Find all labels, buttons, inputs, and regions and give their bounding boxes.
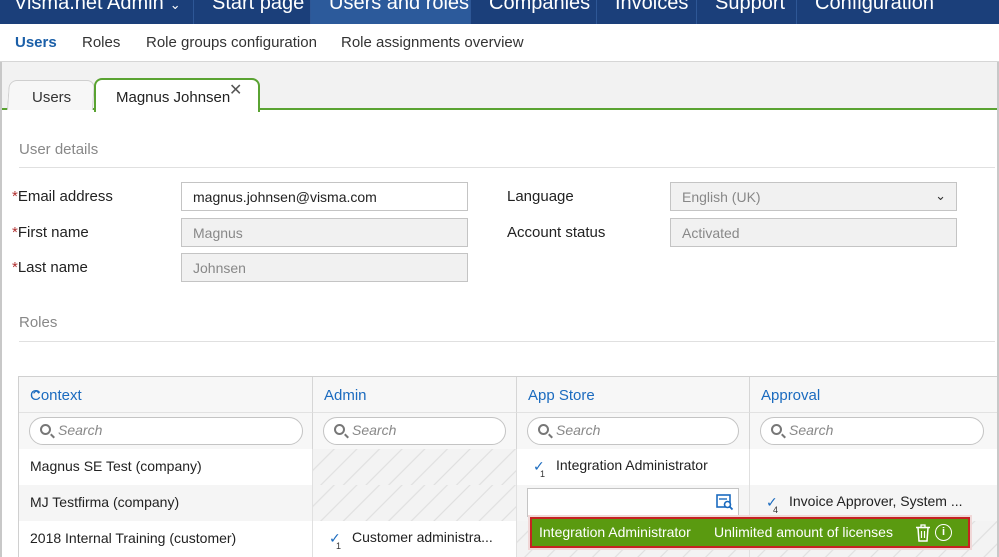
app-store-search-box xyxy=(527,417,739,445)
search-icon xyxy=(334,424,345,435)
nav-start-page[interactable]: Start page xyxy=(193,0,310,24)
search-cell xyxy=(19,413,313,449)
admin-search-input[interactable] xyxy=(352,422,497,438)
context-name: Magnus SE Test (company) xyxy=(30,458,202,474)
context-name: MJ Testfirma (company) xyxy=(30,494,180,510)
column-header-context[interactable]: Context ⌃ xyxy=(19,377,313,413)
role-cell[interactable]: ✓ 1 Customer administra... xyxy=(313,521,517,557)
column-header-approval[interactable]: Approval xyxy=(750,377,997,413)
approval-search-input[interactable] xyxy=(789,422,967,438)
last-name-label-text: Last name xyxy=(17,259,88,276)
top-nav-bar: Visma.net Admin ⌄ Start page Users and ro… xyxy=(0,0,999,24)
subnav-users[interactable]: Users xyxy=(15,34,57,51)
account-status-field: Activated xyxy=(670,218,957,247)
brand-label: Visma.net Admin xyxy=(14,0,164,14)
nav-label: Users and roles xyxy=(329,0,470,14)
unavailable-cell xyxy=(313,485,517,521)
close-icon[interactable]: ✕ xyxy=(229,80,242,100)
user-details-heading: User details xyxy=(19,141,99,158)
role-suggestion-item[interactable]: Integration Administrator Unlimited amou… xyxy=(530,517,970,548)
role-cell[interactable]: ✓ 1 Integration Administrator xyxy=(517,449,750,485)
search-cell xyxy=(750,413,997,449)
nav-label: Configuration xyxy=(815,0,934,14)
nav-configuration[interactable]: Configuration xyxy=(796,0,942,24)
subnav-role-groups-configuration[interactable]: Role groups configuration xyxy=(146,34,317,51)
email-label: *Email address xyxy=(12,188,113,205)
nav-companies[interactable]: Companies xyxy=(470,0,596,24)
email-field[interactable]: magnus.johnsen@visma.com xyxy=(181,182,468,211)
language-value: English (UK) xyxy=(682,189,761,205)
sort-ascending-icon[interactable]: ⌃ xyxy=(30,387,302,405)
first-name-field[interactable]: Magnus xyxy=(181,218,468,247)
tab-users-label: Users xyxy=(32,89,72,106)
nav-label: Support xyxy=(715,0,786,14)
first-name-label-text: First name xyxy=(17,224,89,241)
admin-search-box xyxy=(323,417,506,445)
last-name-field[interactable]: Johnsen xyxy=(181,253,468,282)
column-header-app-store[interactable]: App Store xyxy=(517,377,750,413)
role-name: Integration Administrator xyxy=(556,457,708,473)
context-cell: MJ Testfirma (company) xyxy=(19,485,313,521)
app-store-search-input[interactable] xyxy=(556,422,724,438)
language-label: Language xyxy=(507,188,574,205)
column-header-admin[interactable]: Admin xyxy=(313,377,517,413)
roles-heading: Roles xyxy=(19,314,58,331)
column-header-label: App Store xyxy=(528,387,595,404)
license-info: Unlimited amount of licenses xyxy=(714,524,893,540)
divider xyxy=(19,341,995,342)
account-status-label: Account status xyxy=(507,224,606,241)
nav-support[interactable]: Support xyxy=(696,0,796,24)
subnav-role-assignments-overview[interactable]: Role assignments overview xyxy=(341,34,524,51)
approval-search-box xyxy=(760,417,984,445)
role-cell[interactable]: ✓ 4 Invoice Approver, System ... xyxy=(750,485,997,521)
context-name: 2018 Internal Training (customer) xyxy=(30,530,237,546)
divider xyxy=(19,167,995,168)
context-search-input[interactable] xyxy=(58,422,276,438)
table-row: Magnus SE Test (company) ✓ 1 Integration… xyxy=(19,449,997,485)
language-select[interactable]: English (UK) ⌄ xyxy=(670,182,957,211)
chevron-down-icon: ⌄ xyxy=(935,188,946,203)
table-row: MJ Testfirma (company) ✓ 4 Invoice Appro… xyxy=(19,485,997,521)
context-cell: Magnus SE Test (company) xyxy=(19,449,313,485)
chevron-down-icon: ⌄ xyxy=(169,0,181,12)
subnav-roles[interactable]: Roles xyxy=(82,34,120,51)
role-cell xyxy=(517,485,750,521)
role-name: Customer administra... xyxy=(352,529,493,545)
role-count: 4 xyxy=(773,505,779,515)
role-count: 1 xyxy=(336,541,342,551)
first-name-label: *First name xyxy=(12,224,89,241)
info-icon[interactable]: i xyxy=(935,524,952,541)
nav-invoices[interactable]: Invoices xyxy=(596,0,696,24)
suggested-role-name: Integration Administrator xyxy=(539,524,691,540)
sub-nav: Users Roles Role groups configuration Ro… xyxy=(0,24,999,62)
trash-icon[interactable] xyxy=(915,524,931,542)
role-cell[interactable] xyxy=(750,449,997,485)
search-icon xyxy=(538,424,549,435)
app-switcher[interactable]: Visma.net Admin ⌄ xyxy=(14,0,181,15)
column-header-label: Admin xyxy=(324,387,367,404)
nav-label: Invoices xyxy=(615,0,689,14)
nav-users-and-roles[interactable]: Users and roles xyxy=(310,0,470,24)
column-header-label: Approval xyxy=(761,387,821,404)
email-label-text: Email address xyxy=(17,188,113,205)
last-name-label: *Last name xyxy=(12,259,88,276)
role-name: Invoice Approver, System ... xyxy=(789,493,963,509)
search-cell xyxy=(517,413,750,449)
search-icon xyxy=(771,424,782,435)
tab-user-detail-label: Magnus Johnsen xyxy=(116,89,231,106)
role-lookup-input[interactable] xyxy=(527,488,739,517)
nav-label: Companies xyxy=(489,0,591,14)
context-search-box xyxy=(29,417,303,445)
role-count: 1 xyxy=(540,469,546,479)
context-cell: 2018 Internal Training (customer) xyxy=(19,521,313,557)
search-icon xyxy=(40,424,51,435)
search-cell xyxy=(313,413,517,449)
lookup-icon[interactable] xyxy=(716,493,734,511)
unavailable-cell xyxy=(313,449,517,485)
nav-label: Start page xyxy=(212,0,305,14)
